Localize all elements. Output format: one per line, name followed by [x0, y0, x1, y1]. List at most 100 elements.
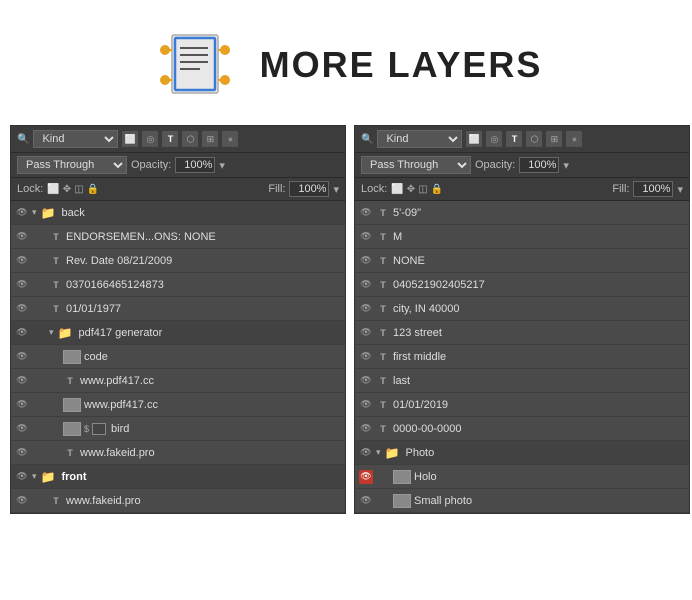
- eye-visibility-icon[interactable]: 👁: [15, 422, 29, 436]
- left-opacity-arrow[interactable]: ▾: [219, 159, 225, 172]
- pixel-icon-btn[interactable]: ⬜: [122, 131, 138, 147]
- color-swatch: [92, 423, 106, 435]
- layer-name-label: pdf417 generator: [78, 327, 341, 339]
- right-pixel-icon-btn[interactable]: ⬜: [466, 131, 482, 147]
- eye-visibility-icon[interactable]: 👁: [359, 206, 373, 220]
- layer-row[interactable]: 👁Small photo: [355, 489, 689, 513]
- left-layers-list[interactable]: 👁▾📁back👁TENDORSEMEN...ONS: NONE👁TRev. Da…: [11, 201, 345, 513]
- layer-type-icon: T: [63, 374, 77, 388]
- layer-row[interactable]: 👁www.pdf417.cc: [11, 393, 345, 417]
- smart-icon-btn[interactable]: ⊞: [202, 131, 218, 147]
- layer-name-label: bird: [111, 423, 341, 435]
- left-pass-through-select[interactable]: Pass Through: [17, 156, 127, 174]
- eye-visibility-icon[interactable]: 👁: [359, 230, 373, 244]
- layer-row[interactable]: 👁T01/01/2019: [355, 393, 689, 417]
- eye-visibility-icon[interactable]: 👁: [15, 326, 29, 340]
- left-fill-arrow[interactable]: ▾: [333, 183, 339, 196]
- layer-row[interactable]: 👁T5'-09": [355, 201, 689, 225]
- left-fill-input[interactable]: [289, 181, 329, 197]
- lock-move-icon[interactable]: ✥: [63, 184, 71, 195]
- eye-visibility-icon[interactable]: 👁: [359, 422, 373, 436]
- eye-visibility-icon[interactable]: 👁: [359, 374, 373, 388]
- right-layers-list[interactable]: 👁T5'-09"👁TM👁TNONE👁T040521902405217👁Tcity…: [355, 201, 689, 513]
- lock-pixels-icon[interactable]: ⬜: [47, 184, 59, 195]
- right-lock-all-icon[interactable]: 🔒: [431, 184, 443, 195]
- layer-row[interactable]: 👁Holo: [355, 465, 689, 489]
- eye-visibility-icon[interactable]: 👁: [15, 254, 29, 268]
- group-expand-arrow[interactable]: ▾: [32, 471, 37, 482]
- layer-row[interactable]: 👁Twww.pdf417.cc: [11, 369, 345, 393]
- layer-row[interactable]: 👁code: [11, 345, 345, 369]
- layer-row[interactable]: 👁$bird: [11, 417, 345, 441]
- layer-row[interactable]: 👁▾📁pdf417 generator: [11, 321, 345, 345]
- layer-type-icon: T: [49, 278, 63, 292]
- group-expand-arrow[interactable]: ▾: [376, 447, 381, 458]
- right-lock-move-icon[interactable]: ✥: [407, 184, 415, 195]
- layer-row[interactable]: 👁Twww.fakeid.pro: [11, 441, 345, 465]
- eye-visibility-icon[interactable]: 👁: [359, 278, 373, 292]
- eye-visibility-icon[interactable]: 👁: [15, 398, 29, 412]
- lock-artboard-icon[interactable]: ◫: [74, 184, 83, 195]
- right-opacity-arrow[interactable]: ▾: [563, 159, 569, 172]
- layer-row[interactable]: 👁Tlast: [355, 369, 689, 393]
- eye-visibility-icon[interactable]: 👁: [359, 446, 373, 460]
- eye-visibility-icon[interactable]: 👁: [15, 278, 29, 292]
- right-pass-through-select[interactable]: Pass Through: [361, 156, 471, 174]
- layer-row[interactable]: 👁Tcity, IN 40000: [355, 297, 689, 321]
- left-opacity-input[interactable]: [175, 157, 215, 173]
- right-opacity-input[interactable]: [519, 157, 559, 173]
- layer-row[interactable]: 👁▾📁back: [11, 201, 345, 225]
- right-menu-icon-btn[interactable]: ●: [566, 131, 582, 147]
- layer-row[interactable]: 👁▾📁front: [11, 465, 345, 489]
- eye-visibility-icon[interactable]: 👁: [359, 494, 373, 508]
- layer-row[interactable]: 👁T123 street: [355, 321, 689, 345]
- lock-all-icon[interactable]: 🔒: [87, 184, 99, 195]
- layer-row[interactable]: 👁TNONE: [355, 249, 689, 273]
- eye-visibility-icon[interactable]: 👁: [15, 446, 29, 460]
- layer-type-icon: T: [376, 350, 390, 364]
- menu-icon-btn[interactable]: ●: [222, 131, 238, 147]
- panels-container: 🔍 Kind ⬜ ◎ T ⬡ ⊞ ● Pass Through Opacity:…: [0, 125, 692, 514]
- layer-row[interactable]: 👁Twww.fakeid.pro: [11, 489, 345, 513]
- right-fill-arrow[interactable]: ▾: [677, 183, 683, 196]
- group-expand-arrow[interactable]: ▾: [32, 207, 37, 218]
- eye-visibility-icon[interactable]: 👁: [15, 302, 29, 316]
- eye-visibility-icon[interactable]: 👁: [15, 350, 29, 364]
- shape-icon-btn[interactable]: ⬡: [182, 131, 198, 147]
- right-lock-artboard-icon[interactable]: ◫: [418, 184, 427, 195]
- eye-visibility-icon[interactable]: 👁: [15, 470, 29, 484]
- layer-row[interactable]: 👁▾📁Photo: [355, 441, 689, 465]
- eye-visibility-icon[interactable]: 👁: [15, 230, 29, 244]
- layer-row[interactable]: 👁TENDORSEMEN...ONS: NONE: [11, 225, 345, 249]
- right-adjust-icon-btn[interactable]: ◎: [486, 131, 502, 147]
- layer-row[interactable]: 👁T0370166465124873: [11, 273, 345, 297]
- right-shape-icon-btn[interactable]: ⬡: [526, 131, 542, 147]
- right-kind-select[interactable]: Kind: [377, 130, 462, 148]
- eye-visibility-icon[interactable]: 👁: [359, 470, 373, 484]
- layer-row[interactable]: 👁T01/01/1977: [11, 297, 345, 321]
- eye-visibility-icon[interactable]: 👁: [15, 374, 29, 388]
- layer-row[interactable]: 👁Tfirst middle: [355, 345, 689, 369]
- eye-visibility-icon[interactable]: 👁: [359, 326, 373, 340]
- right-type-icon-btn[interactable]: T: [506, 131, 522, 147]
- group-expand-arrow[interactable]: ▾: [49, 327, 54, 338]
- right-lock-pixels-icon[interactable]: ⬜: [391, 184, 403, 195]
- left-kind-select[interactable]: Kind: [33, 130, 118, 148]
- eye-visibility-icon[interactable]: 👁: [359, 254, 373, 268]
- adjust-icon-btn[interactable]: ◎: [142, 131, 158, 147]
- right-fill-input[interactable]: [633, 181, 673, 197]
- layer-row[interactable]: 👁TM: [355, 225, 689, 249]
- layer-row[interactable]: 👁T040521902405217: [355, 273, 689, 297]
- eye-visibility-icon[interactable]: 👁: [15, 206, 29, 220]
- right-smart-icon-btn[interactable]: ⊞: [546, 131, 562, 147]
- type-icon-btn[interactable]: T: [162, 131, 178, 147]
- layer-row[interactable]: 👁T0000-00-0000: [355, 417, 689, 441]
- eye-visibility-icon[interactable]: 👁: [15, 494, 29, 508]
- layer-name-label: last: [393, 375, 685, 387]
- eye-visibility-icon[interactable]: 👁: [359, 398, 373, 412]
- layer-row[interactable]: 👁TRev. Date 08/21/2009: [11, 249, 345, 273]
- eye-visibility-icon[interactable]: 👁: [359, 302, 373, 316]
- eye-visibility-icon[interactable]: 👁: [359, 350, 373, 364]
- layer-type-icon: T: [376, 398, 390, 412]
- right-topbar: 🔍 Kind ⬜ ◎ T ⬡ ⊞ ●: [355, 126, 689, 153]
